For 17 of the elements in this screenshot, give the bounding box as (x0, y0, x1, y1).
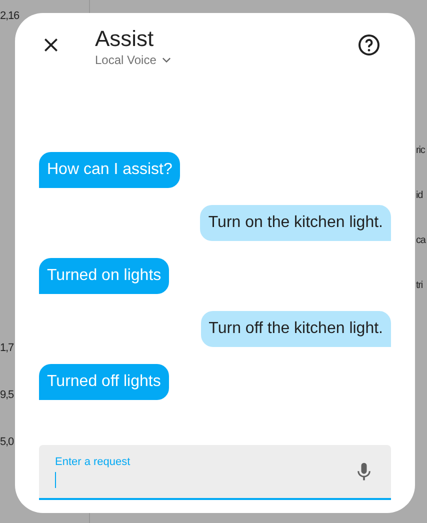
dialog-title: Assist (95, 27, 155, 51)
background-text: id (416, 190, 424, 201)
background-text: 5,0 (0, 436, 15, 448)
assistant-message: Turned on lights (39, 258, 170, 294)
background-text: 2,16 (0, 10, 20, 22)
assistant-message: Turned off lights (39, 364, 169, 400)
chevron-down-icon (162, 57, 172, 63)
pipeline-dropdown[interactable]: Local Voice (95, 53, 357, 67)
user-message: Turn on the kitchen light. (200, 205, 391, 241)
assistant-message: How can I assist? (39, 152, 180, 188)
background-text: ric (416, 145, 426, 156)
background-text: ca (416, 235, 427, 246)
user-message: Turn off the kitchen light. (200, 311, 391, 347)
background-text: 1,7 (0, 342, 14, 354)
background-text: 9,5 (0, 389, 15, 401)
background-text: tri (416, 280, 424, 291)
help-icon[interactable] (357, 33, 381, 57)
